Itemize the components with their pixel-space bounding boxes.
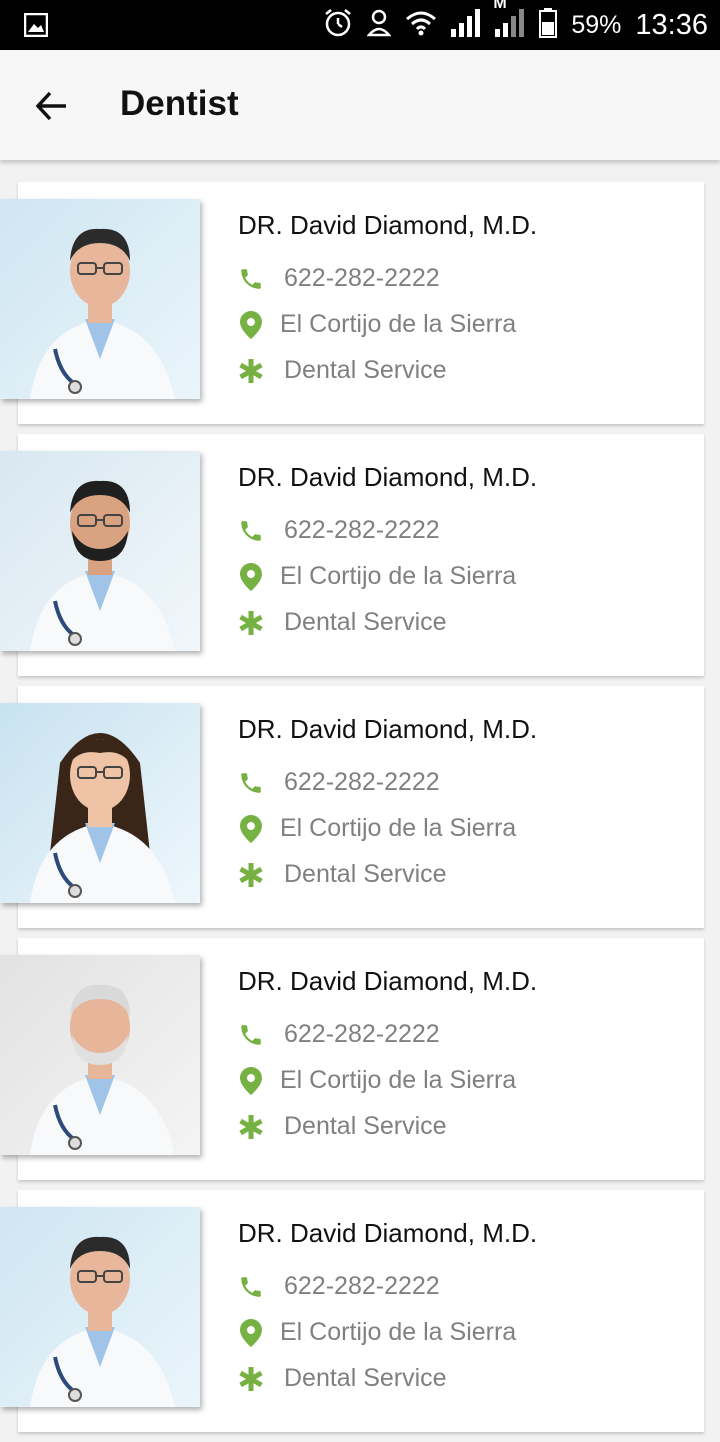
service-text: Dental Service: [284, 860, 447, 888]
phone-row[interactable]: 622-282-2222: [238, 1272, 440, 1301]
asterisk-icon: [238, 1366, 264, 1392]
network-type-label: M: [493, 0, 507, 12]
doctor-card[interactable]: DR. David Diamond, M.D. 622-282-2222 El …: [0, 434, 704, 676]
phone-icon: [238, 770, 264, 796]
location-pin-icon: [238, 1318, 264, 1347]
wifi-icon: [405, 10, 437, 41]
service-row: Dental Service: [238, 608, 447, 637]
location-pin-icon: [238, 562, 264, 591]
phone-number: 622-282-2222: [284, 768, 440, 796]
phone-row[interactable]: 622-282-2222: [238, 1020, 440, 1049]
service-row: Dental Service: [238, 860, 447, 889]
phone-row[interactable]: 622-282-2222: [238, 516, 440, 545]
location-text: El Cortijo de la Sierra: [280, 562, 517, 590]
doctor-name: DR. David Diamond, M.D.: [238, 966, 538, 996]
phone-number: 622-282-2222: [284, 1272, 440, 1300]
location-text: El Cortijo de la Sierra: [280, 814, 517, 842]
location-row: El Cortijo de la Sierra: [238, 1318, 516, 1347]
doctor-name: DR. David Diamond, M.D.: [238, 714, 538, 744]
back-button[interactable]: [34, 88, 70, 124]
arrow-back-icon: [35, 91, 66, 121]
clock: 13:36: [635, 8, 708, 41]
asterisk-icon: [238, 610, 264, 636]
phone-icon: [238, 518, 264, 544]
service-row: Dental Service: [238, 1112, 447, 1141]
doctor-name: DR. David Diamond, M.D.: [238, 1218, 538, 1248]
asterisk-icon: [238, 862, 264, 888]
doctor-card[interactable]: DR. David Diamond, M.D. 622-282-2222 El …: [0, 1190, 704, 1432]
asterisk-icon: [238, 1114, 264, 1140]
alarm-icon: [323, 8, 353, 43]
service-text: Dental Service: [284, 356, 447, 384]
service-row: Dental Service: [238, 1364, 447, 1393]
location-pin-icon: [238, 1066, 264, 1095]
asterisk-icon: [238, 358, 264, 384]
service-text: Dental Service: [284, 1364, 447, 1392]
status-bar: M 59% 13:36: [0, 0, 720, 50]
service-text: Dental Service: [284, 1112, 447, 1140]
doctor-photo: [0, 199, 200, 399]
phone-icon: [238, 1274, 264, 1300]
phone-row[interactable]: 622-282-2222: [238, 264, 440, 293]
phone-row[interactable]: 622-282-2222: [238, 768, 440, 797]
service-text: Dental Service: [284, 608, 447, 636]
signal-icon: [451, 8, 481, 42]
battery-percentage: 59%: [571, 10, 622, 39]
location-row: El Cortijo de la Sierra: [238, 562, 516, 591]
phone-number: 622-282-2222: [284, 264, 440, 292]
location-row: El Cortijo de la Sierra: [238, 1066, 516, 1095]
app-bar: Dentist: [0, 50, 720, 160]
mobile-data-signal-icon: M: [493, 0, 525, 42]
phone-icon: [238, 1022, 264, 1048]
location-pin-icon: [238, 310, 264, 339]
doctor-card[interactable]: DR. David Diamond, M.D. 622-282-2222 El …: [0, 686, 704, 928]
doctor-name: DR. David Diamond, M.D.: [238, 210, 538, 240]
doctor-card[interactable]: DR. David Diamond, M.D. 622-282-2222 El …: [0, 182, 704, 424]
gallery-notification-icon: [23, 12, 49, 42]
doctor-photo: [0, 451, 200, 651]
doctor-name: DR. David Diamond, M.D.: [238, 462, 538, 492]
location-text: El Cortijo de la Sierra: [280, 1318, 517, 1346]
location-row: El Cortijo de la Sierra: [238, 310, 516, 339]
battery-icon: [539, 7, 558, 43]
doctor-list: DR. David Diamond, M.D. 622-282-2222 El …: [0, 182, 720, 1442]
phone-number: 622-282-2222: [284, 516, 440, 544]
page-title: Dentist: [120, 84, 239, 123]
service-row: Dental Service: [238, 356, 447, 385]
phone-number: 622-282-2222: [284, 1020, 440, 1048]
location-text: El Cortijo de la Sierra: [280, 1066, 517, 1094]
location-text: El Cortijo de la Sierra: [280, 310, 517, 338]
location-row: El Cortijo de la Sierra: [238, 814, 516, 843]
doctor-card[interactable]: DR. David Diamond, M.D. 622-282-2222 El …: [0, 938, 704, 1180]
doctor-photo: [0, 1207, 200, 1407]
account-icon: [366, 9, 393, 42]
doctor-photo: [0, 955, 200, 1155]
location-pin-icon: [238, 814, 264, 843]
phone-icon: [238, 266, 264, 292]
doctor-photo: [0, 703, 200, 903]
